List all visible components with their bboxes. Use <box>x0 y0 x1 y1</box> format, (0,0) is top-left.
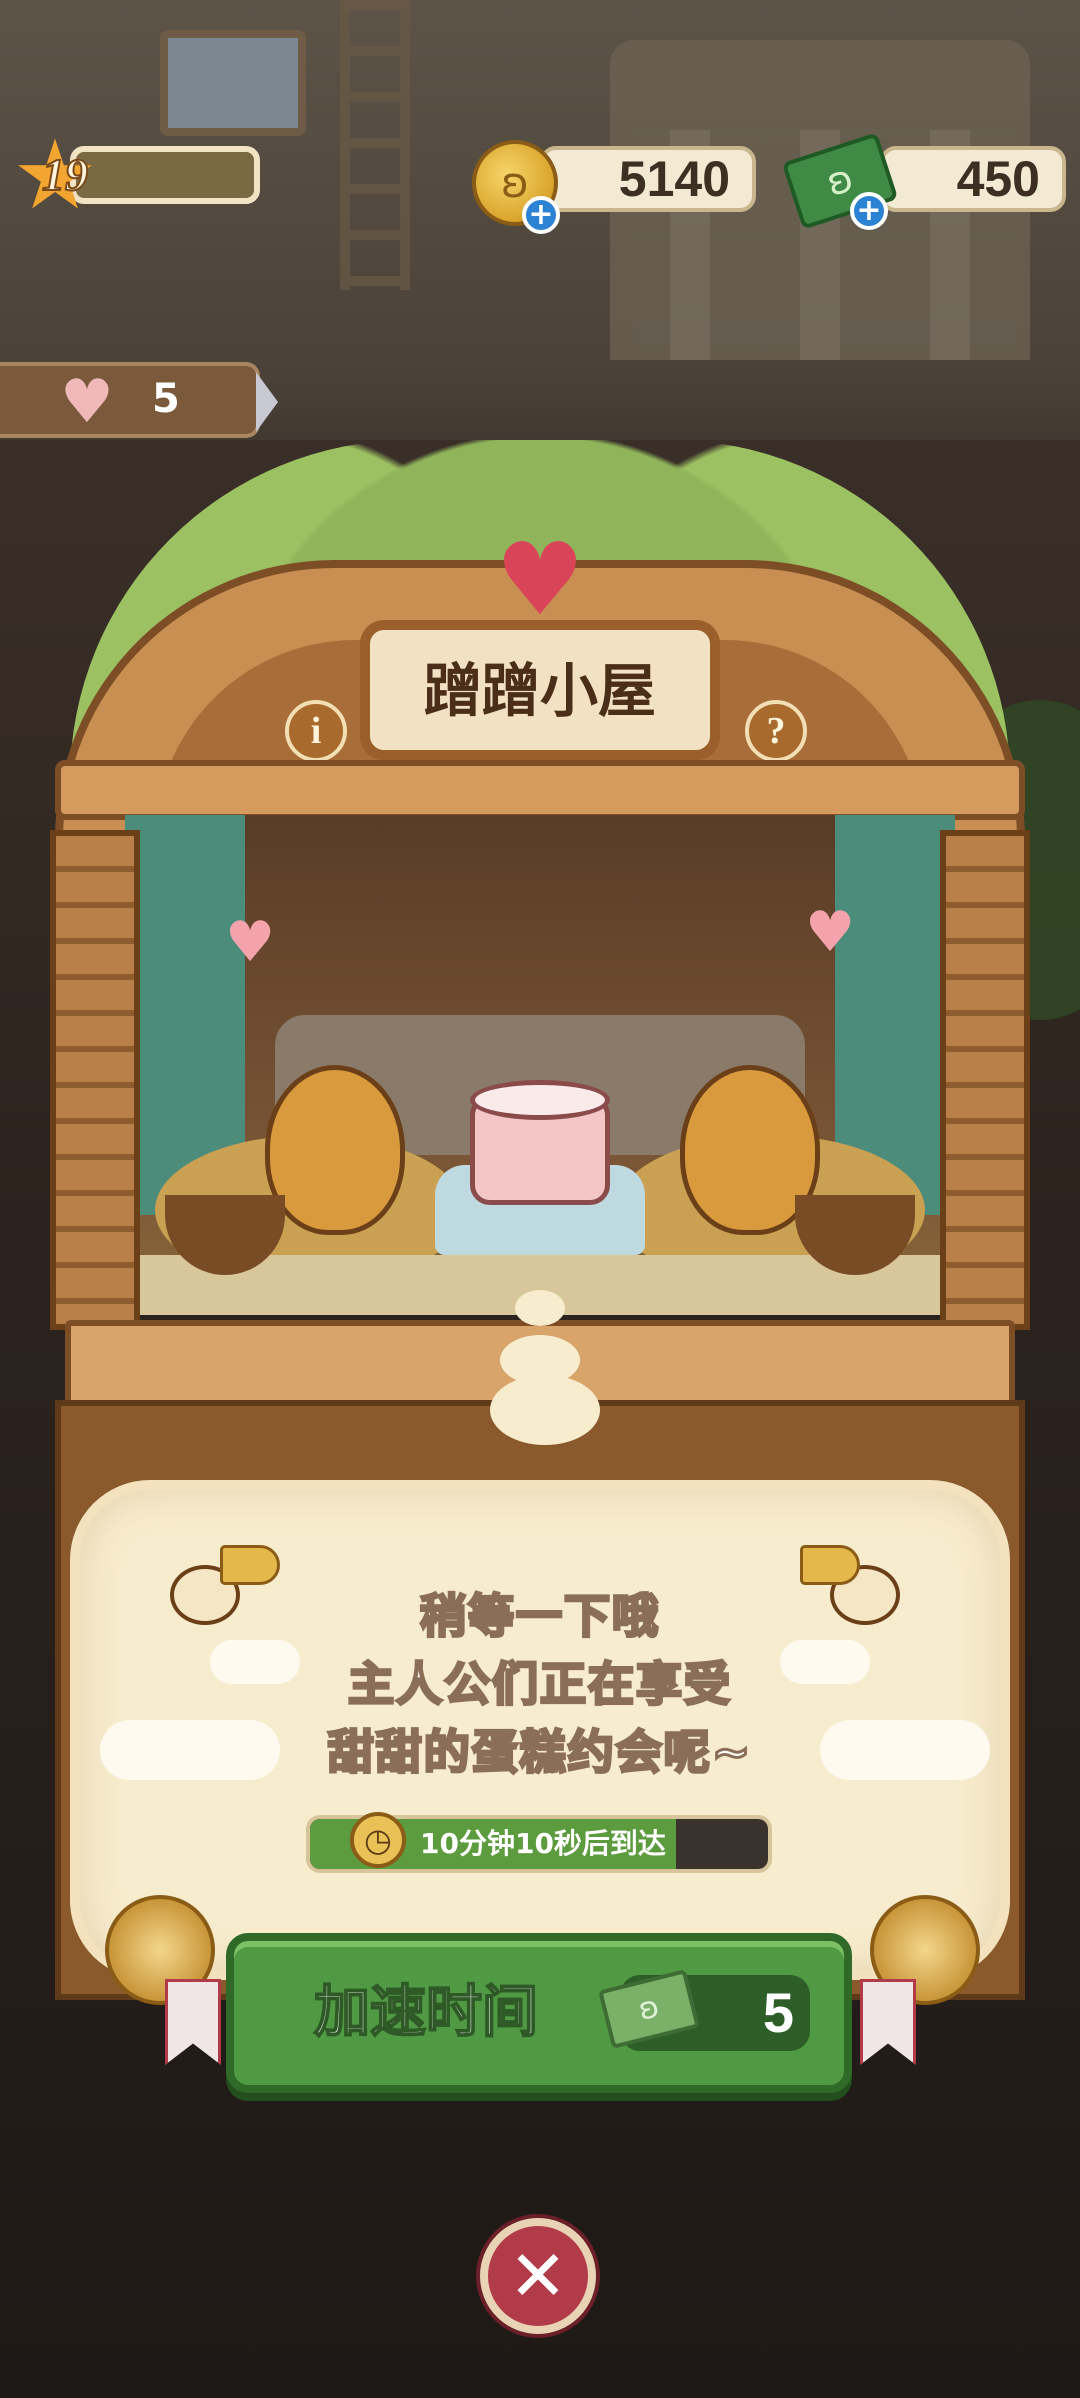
message-line-3: 甜甜的蛋糕约会呢~ <box>326 1724 753 1781</box>
right-shutter <box>940 830 1030 1330</box>
creature-with-hat <box>265 1065 405 1235</box>
message-line-1: 稍等一下哦 <box>419 1588 660 1645</box>
speed-up-button[interactable]: 加速时间 ʚ 5 <box>226 1933 852 2093</box>
close-button[interactable]: ✕ <box>480 2218 596 2334</box>
add-cash-button[interactable]: + <box>850 192 888 230</box>
clock-icon: ◷ <box>350 1812 406 1868</box>
coin-amount: 5140 <box>540 146 756 212</box>
heart-icon: ♥ <box>225 910 276 975</box>
heart-icon: ♥ <box>805 900 856 965</box>
cabin-title: 蹭蹭小屋 <box>360 620 720 760</box>
cake-count: 5 <box>152 376 180 422</box>
arrival-timer-text: 10分钟10秒后到达 <box>420 1827 666 1860</box>
speed-up-label: 加速时间 <box>313 1979 539 2046</box>
heart-cake-icon: ♥ <box>60 367 114 437</box>
heart-icon: ♥ <box>495 521 585 638</box>
speed-up-cost: 5 <box>762 1981 794 2044</box>
strawberry-cake <box>470 1080 610 1205</box>
level-number: 19 <box>41 148 89 201</box>
thought-bubble <box>515 1290 565 1326</box>
add-coins-button[interactable]: + <box>522 196 560 234</box>
info-button[interactable]: i <box>285 700 347 762</box>
help-button[interactable]: ? <box>745 700 807 762</box>
cabin-room-scene: ♥ ♥ <box>125 815 955 1315</box>
message-line-2: 主人公们正在享受 <box>347 1656 732 1713</box>
background-window <box>160 30 306 136</box>
thought-bubble <box>490 1375 600 1445</box>
close-icon: ✕ <box>508 2235 568 2317</box>
cash-amount: 450 <box>880 146 1066 212</box>
trumpet-right <box>830 1895 980 2065</box>
background-ladder <box>340 0 410 290</box>
left-shutter <box>50 830 140 1330</box>
cake-counter-tab[interactable]: ♥ 5 <box>0 362 278 438</box>
roof-beam <box>55 760 1025 820</box>
